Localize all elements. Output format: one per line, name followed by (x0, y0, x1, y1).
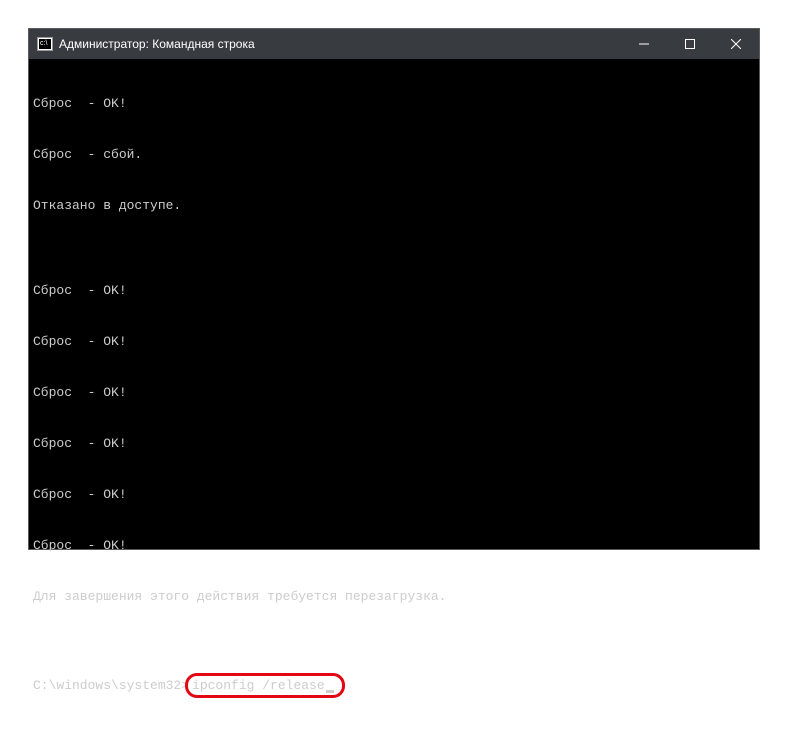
close-button[interactable] (713, 29, 759, 59)
output-line: Сброс - OK! (33, 384, 755, 401)
output-line: Сброс - OK! (33, 537, 755, 554)
cursor-icon (326, 690, 334, 693)
prompt-path: C:\windows\system32> (33, 677, 189, 694)
titlebar-left: c:\ Администратор: Командная строка (29, 37, 255, 51)
output-line: Сброс - OK! (33, 95, 755, 112)
command-input[interactable]: ipconfig /release (192, 678, 325, 693)
window-title: Администратор: Командная строка (59, 37, 255, 51)
titlebar-buttons (621, 29, 759, 59)
command-prompt-window: c:\ Администратор: Командная строка Сбро… (28, 28, 760, 550)
output-line: Сброс - OK! (33, 282, 755, 299)
command-highlight: ipconfig /release (185, 673, 345, 698)
output-line: Для завершения этого действия требуется … (33, 588, 755, 605)
terminal-body[interactable]: Сброс - OK! Сброс - сбой. Отказано в дос… (29, 59, 759, 734)
maximize-button[interactable] (667, 29, 713, 59)
titlebar[interactable]: c:\ Администратор: Командная строка (29, 29, 759, 59)
output-line: Сброс - OK! (33, 435, 755, 452)
output-line: Сброс - OK! (33, 486, 755, 503)
prompt-line: C:\windows\system32>ipconfig /release (33, 673, 755, 698)
output-line: Отказано в доступе. (33, 197, 755, 214)
output-line: Сброс - сбой. (33, 146, 755, 163)
minimize-button[interactable] (621, 29, 667, 59)
output-line: Сброс - OK! (33, 333, 755, 350)
cmd-icon: c:\ (37, 37, 53, 51)
